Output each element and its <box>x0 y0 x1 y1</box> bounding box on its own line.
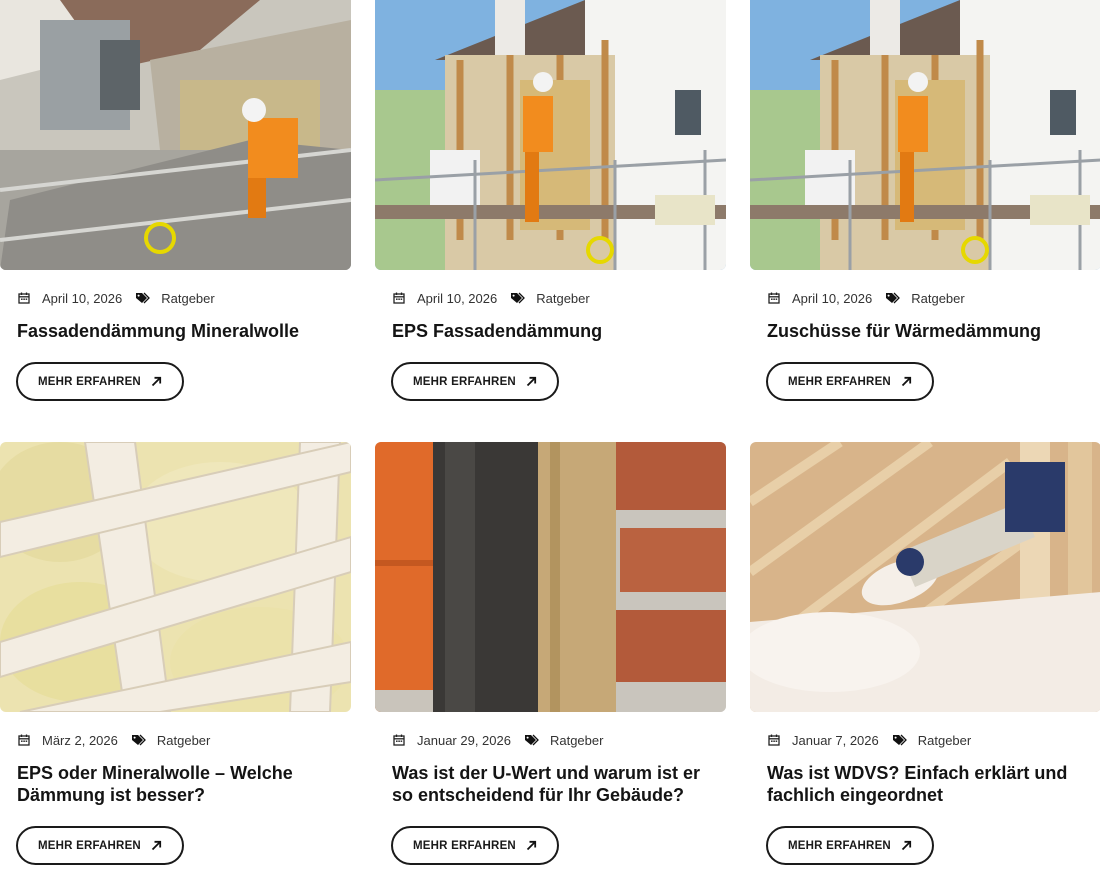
read-more-label: MEHR ERFAHREN <box>788 839 891 852</box>
post-category[interactable]: Ratgeber <box>918 733 971 748</box>
read-more-button[interactable]: MEHR ERFAHREN <box>16 362 184 401</box>
post-card: Januar 29, 2026 Ratgeber Was ist der U-W… <box>375 442 726 865</box>
tag-icon <box>886 291 901 305</box>
post-meta: Januar 29, 2026 Ratgeber <box>392 732 726 748</box>
arrow-up-right-icon <box>151 376 162 387</box>
tag-icon <box>524 733 539 747</box>
calendar-icon <box>767 733 781 747</box>
post-category[interactable]: Ratgeber <box>550 733 603 748</box>
post-thumbnail-mineralwolle-facade[interactable] <box>0 0 351 270</box>
read-more-label: MEHR ERFAHREN <box>413 839 516 852</box>
post-date: Januar 29, 2026 <box>417 732 511 748</box>
post-thumbnail-eps-facade[interactable] <box>375 0 726 270</box>
arrow-up-right-icon <box>151 840 162 851</box>
post-thumbnail-mineral-wool-batts[interactable] <box>0 442 351 712</box>
read-more-label: MEHR ERFAHREN <box>788 375 891 388</box>
arrow-up-right-icon <box>901 840 912 851</box>
read-more-button[interactable]: MEHR ERFAHREN <box>391 362 559 401</box>
post-date: April 10, 2026 <box>42 290 123 306</box>
post-title[interactable]: Fassadendämmung Mineralwolle <box>17 320 334 342</box>
read-more-button[interactable]: MEHR ERFAHREN <box>16 826 184 865</box>
post-category[interactable]: Ratgeber <box>157 733 210 748</box>
arrow-up-right-icon <box>526 840 537 851</box>
arrow-up-right-icon <box>526 376 537 387</box>
post-date: März 2, 2026 <box>42 732 118 748</box>
post-card: April 10, 2026 Ratgeber EPS Fassadendämm… <box>375 0 726 401</box>
post-card: April 10, 2026 Ratgeber Zuschüsse für Wä… <box>750 0 1100 401</box>
post-date: Januar 7, 2026 <box>792 732 879 748</box>
post-date: April 10, 2026 <box>792 290 873 306</box>
arrow-up-right-icon <box>901 376 912 387</box>
post-title[interactable]: Zuschüsse für Wärmedämmung <box>767 320 1084 342</box>
calendar-icon <box>392 291 406 305</box>
blog-post-grid: April 10, 2026 Ratgeber Fassadendämmung … <box>0 0 1100 869</box>
calendar-icon <box>767 291 781 305</box>
read-more-button[interactable]: MEHR ERFAHREN <box>766 362 934 401</box>
post-thumbnail-attic-blown-insulation[interactable] <box>750 442 1100 712</box>
post-title[interactable]: Was ist der U-Wert und warum ist er so e… <box>392 762 709 806</box>
read-more-label: MEHR ERFAHREN <box>38 839 141 852</box>
post-category[interactable]: Ratgeber <box>161 291 214 306</box>
post-meta: April 10, 2026 Ratgeber <box>17 290 351 306</box>
post-card: April 10, 2026 Ratgeber Fassadendämmung … <box>0 0 351 401</box>
read-more-button[interactable]: MEHR ERFAHREN <box>391 826 559 865</box>
read-more-button[interactable]: MEHR ERFAHREN <box>766 826 934 865</box>
post-meta: März 2, 2026 Ratgeber <box>17 732 351 748</box>
post-category[interactable]: Ratgeber <box>536 291 589 306</box>
tag-icon <box>131 733 146 747</box>
post-meta: Januar 7, 2026 Ratgeber <box>767 732 1100 748</box>
post-card: Januar 7, 2026 Ratgeber Was ist WDVS? Ei… <box>750 442 1100 865</box>
post-thumbnail-wall-layers[interactable] <box>375 442 726 712</box>
post-category[interactable]: Ratgeber <box>911 291 964 306</box>
read-more-label: MEHR ERFAHREN <box>38 375 141 388</box>
read-more-label: MEHR ERFAHREN <box>413 375 516 388</box>
post-title[interactable]: EPS Fassadendämmung <box>392 320 709 342</box>
calendar-icon <box>17 291 31 305</box>
tag-icon <box>136 291 151 305</box>
post-title[interactable]: Was ist WDVS? Einfach erklärt und fachli… <box>767 762 1084 806</box>
calendar-icon <box>17 733 31 747</box>
tag-icon <box>511 291 526 305</box>
post-title[interactable]: EPS oder Mineralwolle – Welche Dämmung i… <box>17 762 334 806</box>
tag-icon <box>892 733 907 747</box>
post-meta: April 10, 2026 Ratgeber <box>392 290 726 306</box>
calendar-icon <box>392 733 406 747</box>
post-meta: April 10, 2026 Ratgeber <box>767 290 1100 306</box>
post-date: April 10, 2026 <box>417 290 498 306</box>
post-thumbnail-insulation-subsidy[interactable] <box>750 0 1100 270</box>
post-card: März 2, 2026 Ratgeber EPS oder Mineralwo… <box>0 442 351 865</box>
